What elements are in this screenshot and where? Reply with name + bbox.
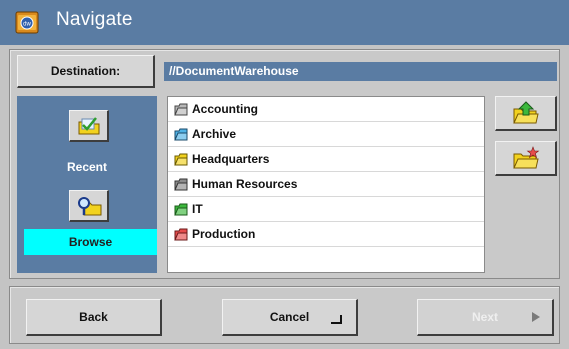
folder-icon (174, 228, 188, 240)
destination-button-label: Destination: (50, 64, 121, 78)
new-folder-icon (512, 146, 539, 169)
browse-folder-magnifier-icon (77, 196, 101, 215)
recent-button[interactable] (69, 110, 109, 142)
title-bar: dw Navigate (0, 0, 569, 45)
list-item[interactable]: Accounting (168, 97, 484, 122)
list-item[interactable]: IT (168, 197, 484, 222)
document-warehouse-app-icon: dw (15, 11, 39, 34)
enter-key-icon (331, 315, 342, 324)
next-button[interactable]: Next (417, 299, 554, 336)
destination-path: //DocumentWarehouse (164, 62, 557, 81)
new-folder-button[interactable] (495, 141, 557, 176)
folder-icon (174, 153, 188, 165)
back-button-label: Back (79, 310, 108, 324)
folder-name: Accounting (192, 102, 258, 116)
browse-label: Browse (68, 235, 113, 249)
folder-name: Archive (192, 127, 237, 141)
folder-icon (174, 203, 188, 215)
cancel-button-label: Cancel (269, 310, 310, 324)
next-button-label: Next (471, 310, 498, 324)
list-item[interactable]: Human Resources (168, 172, 484, 197)
svg-text:dw: dw (23, 22, 31, 28)
folder-up-icon (512, 101, 539, 124)
folder-name: Human Resources (192, 177, 298, 191)
list-item[interactable]: Headquarters (168, 147, 484, 172)
recent-label: Recent (66, 160, 107, 174)
folder-name: Headquarters (192, 152, 270, 166)
folder-name: IT (192, 202, 203, 216)
play-arrow-icon (532, 312, 540, 322)
browse-item[interactable]: Browse (24, 229, 157, 255)
cancel-button[interactable]: Cancel (222, 299, 358, 336)
back-button[interactable]: Back (26, 299, 162, 336)
list-item[interactable]: Archive (168, 122, 484, 147)
folder-up-button[interactable] (495, 96, 557, 131)
destination-button[interactable]: Destination: (17, 55, 155, 88)
window-title: Navigate (56, 9, 133, 30)
recent-folder-check-icon (78, 116, 99, 134)
folder-icon (174, 103, 188, 115)
folder-name: Production (192, 227, 256, 241)
folder-icon (174, 178, 188, 190)
folder-icon (174, 128, 188, 140)
browse-button[interactable] (69, 190, 109, 222)
folder-list: Accounting Archive Headquarters Human Re… (167, 96, 485, 273)
list-item[interactable]: Production (168, 222, 484, 247)
